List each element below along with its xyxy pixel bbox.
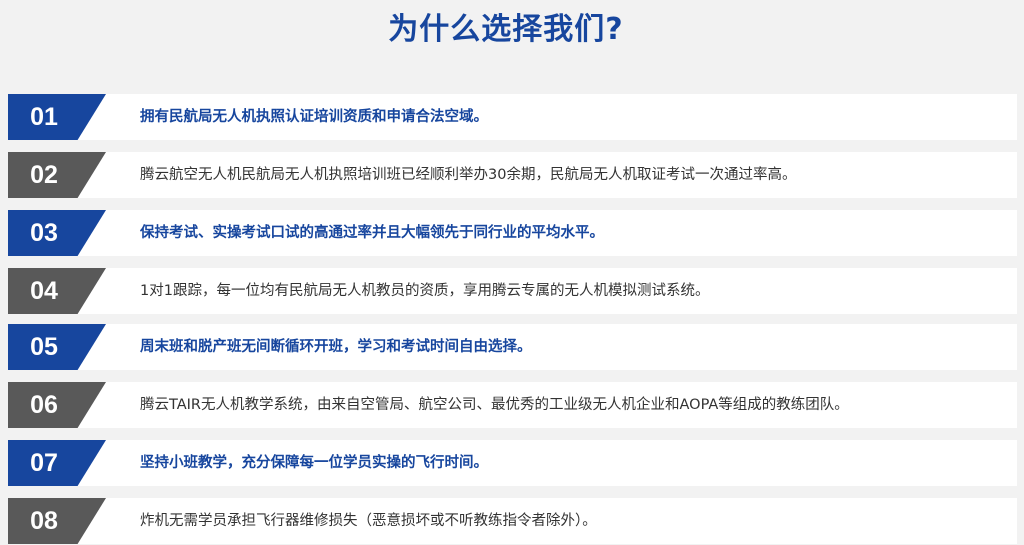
reason-item-04: 04 1对1跟踪，每一位均有民航局无人机教员的资质，享用腾云专属的无人机模拟测试… (8, 268, 1017, 314)
reason-item-01: 01 拥有民航局无人机执照认证培训资质和申请合法空域。 (8, 94, 1017, 140)
reason-text: 1对1跟踪，每一位均有民航局无人机教员的资质，享用腾云专属的无人机模拟测试系统。 (140, 283, 710, 299)
reason-text: 腾云TAIR无人机教学系统，由来自空管局、航空公司、最优秀的工业级无人机企业和A… (140, 397, 849, 413)
reason-text: 坚持小班教学，充分保障每一位学员实操的飞行时间。 (140, 455, 488, 471)
number-badge: 05 (8, 324, 106, 370)
reason-text: 拥有民航局无人机执照认证培训资质和申请合法空域。 (140, 109, 488, 125)
reason-number: 06 (30, 391, 58, 419)
reason-number: 03 (30, 219, 58, 247)
reason-number: 02 (30, 161, 58, 189)
reason-text: 炸机无需学员承担飞行器维修损失（恶意损坏或不听教练指令者除外）。 (140, 513, 597, 529)
reason-text: 保持考试、实操考试口试的高通过率并且大幅领先于同行业的平均水平。 (140, 225, 604, 241)
number-badge: 08 (8, 498, 106, 544)
number-badge: 02 (8, 152, 106, 198)
reason-item-08: 08 炸机无需学员承担飞行器维修损失（恶意损坏或不听教练指令者除外）。 (8, 498, 1017, 544)
reason-item-05: 05 周末班和脱产班无间断循环开班，学习和考试时间自由选择。 (8, 324, 1017, 370)
number-badge: 01 (8, 94, 106, 140)
reason-number: 07 (30, 449, 58, 477)
reason-item-02: 02 腾云航空无人机民航局无人机执照培训班已经顺利举办30余期，民航局无人机取证… (8, 152, 1017, 198)
reason-text: 腾云航空无人机民航局无人机执照培训班已经顺利举办30余期，民航局无人机取证考试一… (140, 167, 797, 183)
number-badge: 04 (8, 268, 106, 314)
number-badge: 06 (8, 382, 106, 428)
reason-number: 01 (30, 103, 58, 131)
reason-text: 周末班和脱产班无间断循环开班，学习和考试时间自由选择。 (140, 339, 532, 355)
number-badge: 07 (8, 440, 106, 486)
reason-number: 08 (30, 507, 58, 535)
reason-item-06: 06 腾云TAIR无人机教学系统，由来自空管局、航空公司、最优秀的工业级无人机企… (8, 382, 1017, 428)
why-choose-us-page: 为什么选择我们? 01 拥有民航局无人机执照认证培训资质和申请合法空域。 02 … (0, 0, 1024, 545)
reason-item-07: 07 坚持小班教学，充分保障每一位学员实操的飞行时间。 (8, 440, 1017, 486)
page-title: 为什么选择我们? (388, 12, 624, 47)
reason-item-03: 03 保持考试、实操考试口试的高通过率并且大幅领先于同行业的平均水平。 (8, 210, 1017, 256)
reason-number: 05 (30, 333, 58, 361)
reason-number: 04 (30, 277, 58, 305)
number-badge: 03 (8, 210, 106, 256)
